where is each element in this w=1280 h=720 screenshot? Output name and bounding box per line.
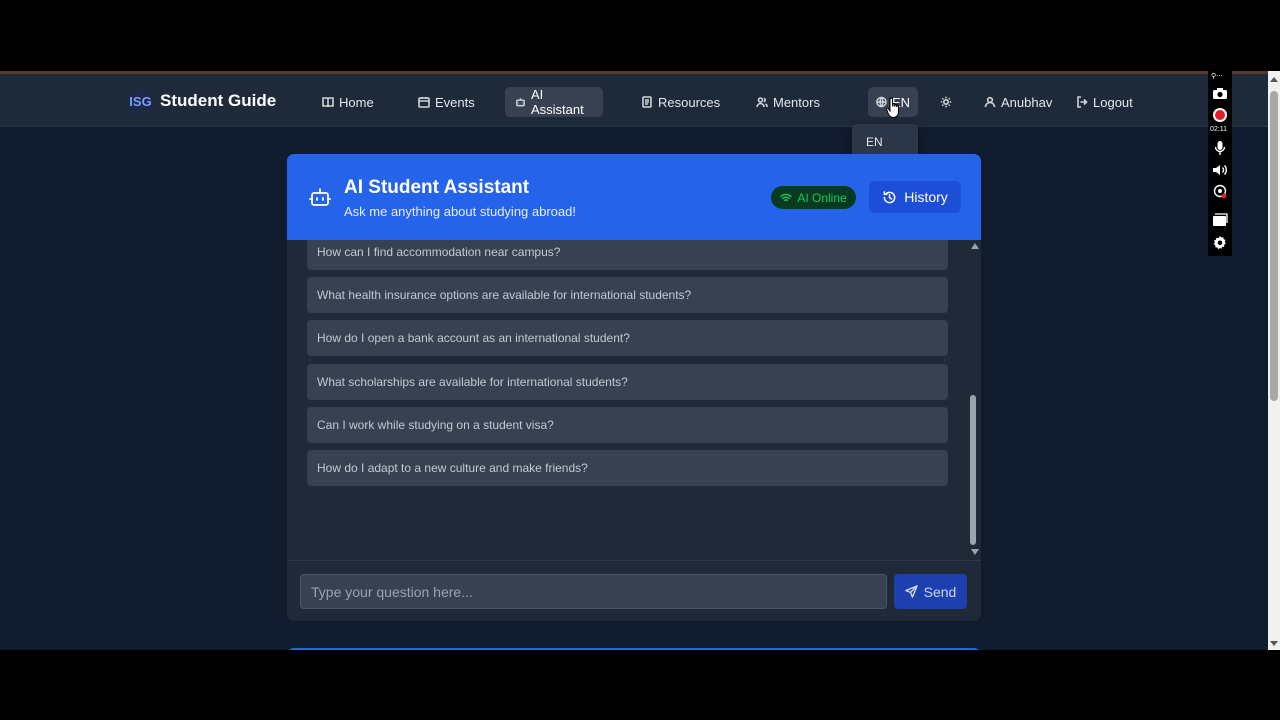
wifi-icon bbox=[780, 193, 793, 201]
logout-label: Logout bbox=[1093, 94, 1133, 110]
scroll-thumb[interactable] bbox=[970, 395, 976, 545]
webcam-icon[interactable] bbox=[1211, 184, 1229, 200]
sun-icon bbox=[940, 96, 952, 108]
question-item[interactable]: Can I work while studying on a student v… bbox=[307, 407, 948, 443]
settings-gear-icon[interactable] bbox=[1211, 235, 1229, 251]
logout-button[interactable]: Logout bbox=[1066, 87, 1143, 117]
send-button[interactable]: Send bbox=[894, 574, 967, 609]
browser-top-accent bbox=[0, 71, 1268, 74]
status-badge: AI Online bbox=[771, 186, 856, 209]
screen-icon[interactable] bbox=[1211, 212, 1229, 228]
document-icon bbox=[642, 96, 652, 108]
question-item[interactable]: What health insurance options are availa… bbox=[307, 277, 948, 313]
history-button[interactable]: History bbox=[869, 181, 961, 213]
questions-scrollbar[interactable] bbox=[969, 240, 979, 560]
status-text: AI Online bbox=[797, 190, 847, 205]
logout-icon bbox=[1077, 96, 1088, 108]
nav-home-label: Home bbox=[339, 94, 374, 110]
history-icon bbox=[883, 190, 896, 203]
page-scroll-thumb[interactable] bbox=[1270, 91, 1278, 401]
send-icon bbox=[904, 585, 918, 598]
question-item[interactable]: How can I find accommodation near campus… bbox=[307, 240, 948, 270]
page-scroll-down-arrow[interactable] bbox=[1270, 641, 1278, 646]
brand-name: Student Guide bbox=[160, 91, 277, 110]
bot-icon bbox=[309, 188, 331, 206]
navbar: ISG Student Guide Home Events AI Assista… bbox=[0, 74, 1268, 127]
nav-mentors-label: Mentors bbox=[773, 94, 820, 110]
nav-resources-label: Resources bbox=[658, 94, 721, 110]
speaker-icon[interactable] bbox=[1211, 162, 1229, 178]
nav-ai-assistant-label: AI Assistant bbox=[530, 87, 584, 117]
nav-resources[interactable]: Resources bbox=[631, 87, 730, 117]
question-item[interactable]: What scholarships are available for inte… bbox=[307, 364, 948, 400]
nav-mentors[interactable]: Mentors bbox=[746, 87, 830, 117]
history-label: History bbox=[904, 189, 948, 205]
question-item[interactable]: How do I adapt to a new culture and make… bbox=[307, 450, 948, 486]
scroll-down-arrow[interactable] bbox=[971, 549, 979, 555]
letterbox-top bbox=[0, 0, 1280, 71]
page-scrollbar[interactable] bbox=[1268, 71, 1280, 650]
recording-time: 02:11 bbox=[1210, 126, 1227, 133]
user-menu[interactable]: Anubhav bbox=[974, 87, 1062, 117]
theme-toggle[interactable] bbox=[930, 87, 962, 117]
book-icon bbox=[322, 97, 334, 108]
screen-recorder-toolbar: ⚲··· 02:11 bbox=[1208, 71, 1232, 256]
nav-home[interactable]: Home bbox=[312, 87, 384, 117]
nav-events[interactable]: Events bbox=[408, 87, 485, 117]
nav-events-label: Events bbox=[435, 94, 475, 110]
bot-icon bbox=[516, 98, 525, 107]
brand-logo: ISG bbox=[127, 87, 154, 115]
brand[interactable]: ISG Student Guide bbox=[127, 86, 276, 116]
browser-viewport: ISG Student Guide Home Events AI Assista… bbox=[0, 71, 1268, 650]
suggested-questions: How can I find accommodation near campus… bbox=[287, 240, 981, 560]
assistant-subtitle: Ask me anything about studying abroad! bbox=[344, 204, 576, 219]
assistant-card: AI Student Assistant Ask me anything abo… bbox=[287, 154, 981, 621]
recorder-menu-icon[interactable]: ⚲··· bbox=[1211, 72, 1223, 80]
question-item[interactable]: How do I open a bank account as an inter… bbox=[307, 320, 948, 356]
user-icon bbox=[984, 96, 996, 108]
language-option-en[interactable]: EN bbox=[852, 127, 918, 157]
record-icon[interactable] bbox=[1211, 107, 1229, 123]
page-scroll-up-arrow[interactable] bbox=[1270, 77, 1278, 82]
letterbox-bottom bbox=[0, 650, 1280, 720]
send-label: Send bbox=[923, 583, 957, 600]
mouse-cursor bbox=[886, 97, 899, 119]
nav-ai-assistant[interactable]: AI Assistant bbox=[505, 87, 603, 117]
microphone-icon[interactable] bbox=[1211, 140, 1229, 156]
user-name: Anubhav bbox=[1001, 94, 1053, 110]
chat-input-area: Send bbox=[287, 560, 981, 621]
scroll-up-arrow[interactable] bbox=[971, 243, 979, 249]
question-input[interactable] bbox=[300, 574, 887, 609]
assistant-title: AI Student Assistant bbox=[344, 177, 530, 198]
users-icon bbox=[756, 97, 768, 108]
calendar-icon bbox=[418, 97, 430, 108]
camera-icon[interactable] bbox=[1211, 85, 1229, 101]
assistant-header: AI Student Assistant Ask me anything abo… bbox=[287, 154, 981, 240]
